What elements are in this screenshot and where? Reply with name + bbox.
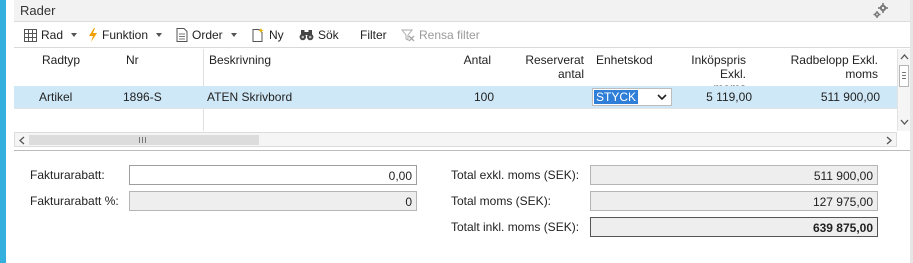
grid-header: Radtyp Nr Beskrivning Antal Reserverat a… — [14, 49, 897, 95]
document-icon — [176, 28, 188, 42]
chevron-down-icon — [156, 33, 163, 37]
chevron-down-icon — [230, 33, 237, 37]
binoculars-icon — [299, 30, 314, 41]
sok-label: Sök — [318, 28, 339, 42]
chevron-down-icon — [657, 94, 667, 101]
lines-grid: Radtyp Nr Beskrivning Antal Reserverat a… — [14, 49, 910, 149]
ny-label: Ny — [269, 28, 284, 42]
filter-button[interactable]: Filter — [360, 27, 387, 43]
rad-label: Rad — [41, 28, 64, 42]
col-header-reserverat-line1: Reserverat — [525, 53, 584, 67]
fakturarabatt-pct-field: 0 — [129, 191, 417, 211]
enhetskod-dropdown[interactable]: STYCK — [592, 88, 672, 106]
fakturarabatt-label: Fakturarabatt: — [30, 168, 105, 182]
cell-antal[interactable]: 100 — [434, 90, 494, 104]
col-header-antal[interactable]: Antal — [434, 53, 491, 67]
funktion-menu-button[interactable]: Funktion — [88, 27, 163, 43]
cell-radtyp[interactable]: Artikel — [39, 90, 72, 104]
total-inkl-field: 639 875,00 — [590, 217, 878, 237]
order-label: Order — [192, 28, 223, 42]
chevron-down-icon — [71, 33, 78, 37]
scroll-down-icon[interactable] — [898, 116, 910, 128]
toolbar: Rad Funktion Order Ny Sök Filter Rensa f… — [14, 22, 910, 48]
total-moms-label: Total moms (SEK): — [451, 194, 552, 208]
gear-icon[interactable] — [872, 2, 890, 20]
cell-beskrivning[interactable]: ATEN Skrivbord — [207, 90, 292, 104]
table-row[interactable]: Artikel 1896-S ATEN Skrivbord 100 5 119,… — [14, 86, 897, 108]
col-header-radbelopp-line2: moms — [845, 67, 878, 81]
clear-filter-button[interactable]: Rensa filter — [401, 27, 480, 43]
col-header-reserverat-line2: antal — [557, 67, 584, 81]
scroll-left-icon[interactable] — [16, 134, 28, 146]
col-header-inkopspris-line1: Inköpspris Exkl. — [691, 53, 746, 81]
col-header-enhetskod[interactable]: Enhetskod — [596, 53, 653, 67]
fakturarabatt-pct-label: Fakturarabatt %: — [30, 194, 119, 208]
section-divider — [14, 150, 910, 151]
search-button[interactable]: Sök — [299, 27, 339, 43]
panel-titlebar: Rader — [14, 0, 910, 22]
col-header-radbelopp-line1: Radbelopp Exkl. — [790, 53, 878, 67]
lightning-icon — [89, 28, 97, 42]
total-moms-field: 127 975,00 — [590, 191, 878, 211]
enhetskod-selected-value: STYCK — [594, 90, 639, 104]
horizontal-scrollbar[interactable] — [14, 132, 897, 147]
row-separator — [14, 108, 897, 109]
cell-inkopspris[interactable]: 5 119,00 — [664, 90, 752, 104]
col-header-nr[interactable]: Nr — [126, 53, 139, 67]
rensa-filter-label: Rensa filter — [419, 28, 480, 42]
cell-radbelopp[interactable]: 511 900,00 — [774, 90, 880, 104]
cell-nr[interactable]: 1896-S — [123, 90, 162, 104]
fakturarabatt-field[interactable]: 0,00 — [129, 165, 417, 185]
scroll-right-icon[interactable] — [883, 134, 895, 146]
new-document-icon — [252, 28, 264, 42]
funktion-label: Funktion — [102, 28, 149, 42]
filter-label: Filter — [360, 28, 387, 42]
left-accent-bar — [0, 0, 6, 263]
horizontal-scroll-thumb[interactable] — [29, 135, 259, 145]
col-header-reserverat[interactable]: Reserverat antal — [514, 53, 584, 81]
clear-filter-icon — [401, 29, 415, 42]
rad-menu-button[interactable]: Rad — [24, 27, 78, 43]
grid-icon — [24, 28, 37, 42]
total-exkl-label: Total exkl. moms (SEK): — [451, 168, 580, 182]
vertical-scroll-thumb[interactable] — [899, 65, 909, 87]
col-header-radbelopp[interactable]: Radbelopp Exkl. moms — [774, 53, 878, 81]
total-exkl-field: 511 900,00 — [590, 165, 878, 185]
col-header-beskrivning[interactable]: Beskrivning — [209, 53, 271, 67]
order-menu-button[interactable]: Order — [176, 27, 237, 43]
new-button[interactable]: Ny — [251, 27, 284, 43]
panel-title: Rader — [20, 3, 56, 18]
col-header-radtyp[interactable]: Radtyp — [42, 53, 80, 67]
scroll-up-icon[interactable] — [898, 51, 910, 63]
vertical-scrollbar[interactable] — [897, 49, 910, 131]
total-inkl-label: Totalt inkl. moms (SEK): — [451, 220, 580, 234]
